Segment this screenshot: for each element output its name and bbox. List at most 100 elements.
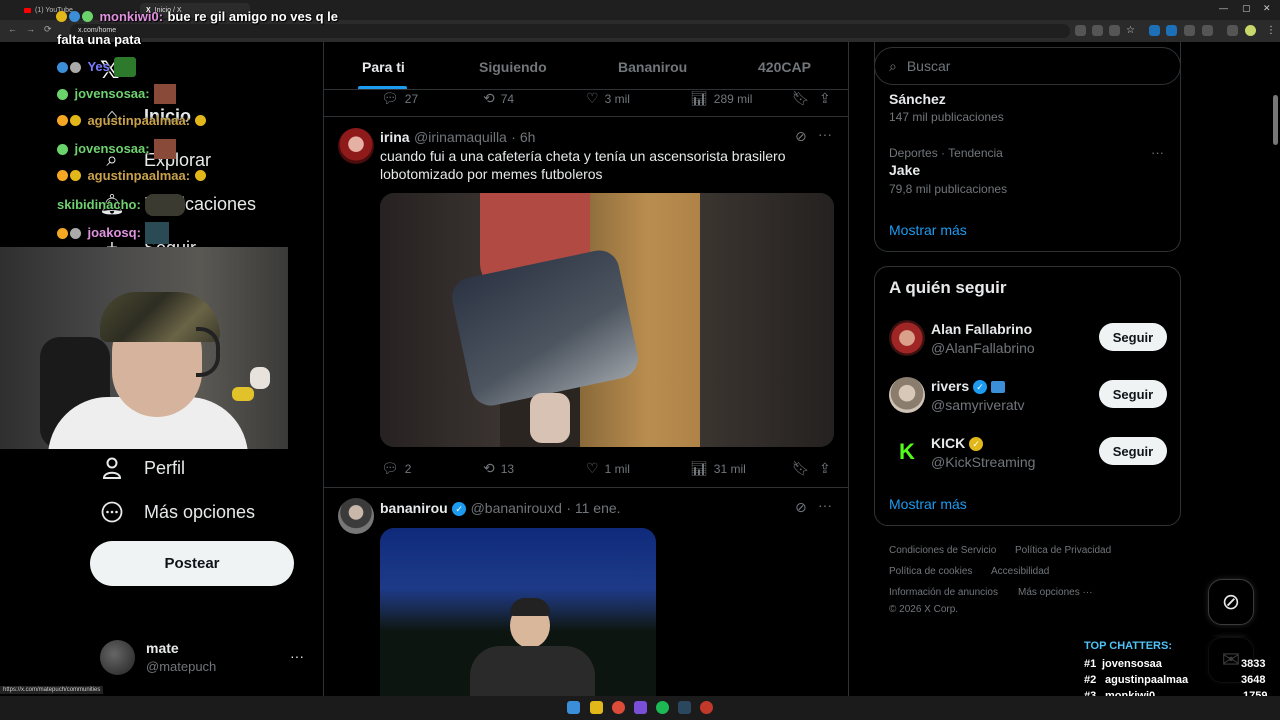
extension-icon[interactable]	[1227, 25, 1238, 36]
grok-icon[interactable]: ⊘	[795, 499, 807, 516]
tweet-author-name[interactable]: bananirou	[380, 500, 448, 516]
account-avatar[interactable]	[100, 640, 135, 675]
chat-username: jovensosaa:	[74, 86, 150, 102]
kick-logo-icon[interactable]: K	[889, 434, 925, 470]
share-button[interactable]: ⇪	[819, 460, 831, 477]
tweet-media-image[interactable]	[380, 528, 656, 696]
trend-more-icon[interactable]: ···	[1151, 145, 1164, 160]
file-explorer-icon[interactable]	[590, 701, 603, 714]
follow-name[interactable]: Alan Fallabrino	[931, 321, 1032, 337]
chat-emote-icon	[154, 139, 177, 159]
trend-name[interactable]: Jake	[889, 162, 920, 178]
repost-button[interactable]: ⟲ 74	[483, 90, 514, 107]
extension-icon[interactable]	[1202, 25, 1213, 36]
views-button[interactable]: 📊︎ 31 mil	[690, 460, 746, 477]
start-menu-icon[interactable]	[567, 701, 580, 714]
trend-name[interactable]: Sánchez	[889, 91, 946, 107]
tweet-more-icon[interactable]: ···	[818, 497, 832, 513]
chat-emote-icon	[145, 194, 186, 216]
minimize-icon[interactable]: —	[1219, 3, 1228, 13]
follow-handle[interactable]: @samyriveratv	[931, 397, 1025, 413]
bookmark-button[interactable]: 🔖︎	[792, 90, 810, 107]
extension-icon[interactable]	[1092, 25, 1103, 36]
tweet-time[interactable]: · 6h	[511, 129, 535, 145]
bookmark-button[interactable]: 🔖︎	[792, 460, 810, 477]
extension-icon[interactable]	[1075, 25, 1086, 36]
follow-handle[interactable]: @KickStreaming	[931, 454, 1035, 470]
repost-button[interactable]: ⟲ 13	[483, 460, 514, 477]
extension-icon[interactable]	[1149, 25, 1160, 36]
extension-icon[interactable]	[1184, 25, 1195, 36]
nav-item-perfil[interactable]: Perfil	[100, 456, 185, 480]
extension-icon[interactable]	[1109, 25, 1120, 36]
tweet-author-handle[interactable]: @irinamaquilla	[414, 129, 507, 145]
repost-icon: ⟲	[483, 460, 495, 476]
maximize-icon[interactable]: ▢	[1242, 3, 1251, 14]
follow-button[interactable]: Seguir	[1099, 323, 1167, 351]
like-button[interactable]: ♡ 3 mil	[586, 90, 630, 107]
reply-icon: 💬︎	[381, 90, 399, 106]
reload-icon[interactable]: ⟳	[44, 24, 52, 35]
follow-show-more-link[interactable]: Mostrar más	[889, 496, 967, 512]
url-input[interactable]	[70, 24, 1070, 38]
footer-link[interactable]: Accesibilidad	[991, 566, 1049, 577]
tweet-avatar[interactable]	[338, 128, 374, 164]
tweet-time[interactable]: · 11 ene.	[566, 500, 620, 516]
reply-button[interactable]: 💬︎ 2	[381, 460, 411, 477]
steam-icon[interactable]	[678, 701, 691, 714]
follow-name[interactable]: rivers	[931, 378, 969, 394]
tweet-more-icon[interactable]: ···	[818, 126, 832, 142]
footer-link[interactable]: Política de Privacidad	[1015, 545, 1111, 556]
obs-icon[interactable]	[700, 701, 713, 714]
grok-fab-icon[interactable]: ⊘	[1208, 579, 1254, 625]
chrome-icon[interactable]	[612, 701, 625, 714]
follow-name[interactable]: KICK	[931, 435, 965, 451]
footer-link[interactable]: Información de anuncios	[889, 587, 998, 598]
footer-link[interactable]: Más opciones ···	[1018, 587, 1092, 598]
tweet-avatar[interactable]	[338, 498, 374, 534]
follow-handle[interactable]: @AlanFallabrino	[931, 340, 1035, 356]
tab-para-ti[interactable]: Para ti	[362, 59, 405, 75]
follow-avatar[interactable]	[889, 377, 925, 413]
profile-avatar-icon[interactable]	[1245, 25, 1256, 36]
reply-count: 2	[404, 461, 412, 476]
forward-icon[interactable]: →	[26, 24, 35, 34]
grok-icon[interactable]: ⊘	[795, 128, 807, 145]
share-icon: ⇪	[819, 460, 831, 476]
footer-link[interactable]: Política de cookies	[889, 566, 972, 577]
nav-item-mas-opciones[interactable]: Más opciones	[100, 500, 255, 524]
views-button[interactable]: 📊︎ 289 mil	[690, 90, 752, 107]
tweet-author-handle[interactable]: @bananirouxd	[471, 500, 562, 516]
chat-line: Yes	[57, 57, 137, 77]
reply-button[interactable]: 💬︎ 27	[381, 90, 418, 107]
tab-bananirou[interactable]: Bananirou	[618, 59, 687, 75]
follow-avatar[interactable]	[889, 320, 925, 356]
copyright-text: © 2026 X Corp.	[889, 604, 959, 615]
share-button[interactable]: ⇪	[819, 90, 831, 107]
tweet-media-video[interactable]	[380, 193, 834, 447]
browser-menu-icon[interactable]: ⋮	[1266, 25, 1276, 36]
tweet-author-name[interactable]: irina	[380, 129, 410, 145]
page-scrollbar[interactable]	[1273, 95, 1278, 145]
footer-link[interactable]: Condiciones de Servicio	[889, 545, 996, 556]
like-button[interactable]: ♡ 1 mil	[586, 460, 630, 477]
chat-badge-icon	[70, 61, 81, 73]
chat-message: falta una pata	[57, 32, 141, 47]
follow-button[interactable]: Seguir	[1099, 437, 1167, 465]
bookmark-star-icon[interactable]: ☆	[1126, 25, 1137, 36]
extension-icon[interactable]	[1166, 25, 1177, 36]
trends-show-more-link[interactable]: Mostrar más	[889, 222, 967, 238]
account-name[interactable]: mate	[146, 640, 179, 656]
tab-420cap[interactable]: 420CAP	[758, 59, 811, 75]
bookmark-icon: 🔖︎	[792, 460, 810, 476]
account-handle[interactable]: @matepuch	[146, 659, 216, 674]
back-icon[interactable]: ←	[8, 24, 17, 34]
tab-siguiendo[interactable]: Siguiendo	[479, 59, 547, 75]
close-window-icon[interactable]: ✕	[1263, 3, 1271, 14]
spotify-icon[interactable]	[656, 701, 669, 714]
discord-icon[interactable]	[634, 701, 647, 714]
account-more-icon[interactable]: ···	[290, 648, 304, 664]
post-button[interactable]: Postear	[90, 541, 294, 586]
follow-button[interactable]: Seguir	[1099, 380, 1167, 408]
top-chatters-title: TOP CHATTERS:	[1084, 640, 1173, 652]
